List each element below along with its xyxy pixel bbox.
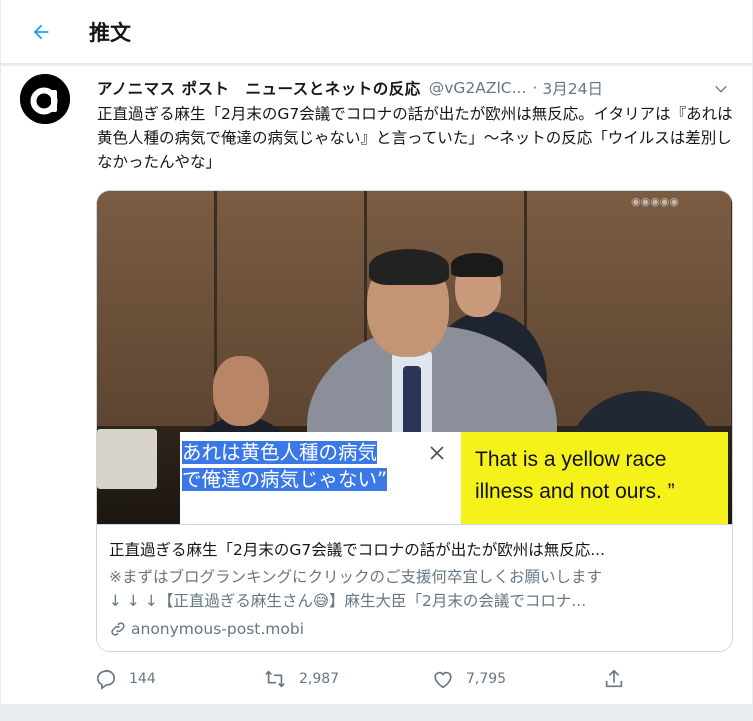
wall-panel: [97, 191, 217, 426]
card-title: 正直過ぎる麻生「2月末のG7会議でコロナの話が出たが欧州は無反応...: [109, 541, 606, 559]
card-info[interactable]: 正直過ぎる麻生「2月末のG7会議でコロナの話が出たが欧州は無反応... ※まずは…: [97, 524, 732, 651]
person-hair: [451, 253, 503, 277]
card-desc-part: 】麻生大臣「2月末の会議でコロナ...: [329, 592, 587, 610]
chevron-down-icon: [715, 85, 727, 93]
card-desc-line: ↓ ↓ ↓【正直過ぎる麻生さん😅】麻生大臣「2月末の会議でコロナ...: [109, 589, 721, 613]
card-desc-part: ↓ ↓ ↓【正直過ぎる麻生さん: [109, 592, 313, 610]
page-header: 推文: [1, 0, 752, 64]
subtitle-jp-text[interactable]: あれは黄色人種の病気で俺達の病気じゃない”: [182, 439, 394, 493]
retweet-icon: [265, 670, 285, 688]
tweet-page: 推文 アノニマス ポスト ニュースとネットの反応 @vG2AZlC... · 3…: [0, 0, 753, 721]
reply-icon: [96, 669, 116, 690]
card-desc-line: ※まずはブログランキングにクリックのご支援何卒宜しくお願いします: [109, 568, 603, 586]
grinning-sweat-emoji: 😅: [312, 592, 329, 610]
card-image[interactable]: ◉◉◉◉◉ あれは黄色人種の病気で俺達の病気じゃない” That is a ye…: [97, 191, 732, 524]
card-link[interactable]: anonymous-post.mobi: [109, 620, 304, 638]
tweet-text: 正直過ぎる麻生「2月末のG7会議でコロナの話が出たが欧州は無反応。イタリアは『あ…: [97, 105, 733, 171]
back-button[interactable]: [25, 16, 57, 48]
reply-button[interactable]: 144: [95, 664, 156, 694]
retweet-button[interactable]: 2,987: [263, 664, 339, 694]
anonymous-logo: [20, 74, 70, 124]
speaker-hair: [369, 249, 449, 285]
display-name[interactable]: アノニマス ポスト ニュースとネットの反応: [97, 77, 421, 99]
tweet-date[interactable]: 3月24日: [542, 77, 603, 99]
header-divider: [1, 64, 752, 66]
subtitle-jp-box: あれは黄色人種の病気で俺達の病気じゃない”: [180, 432, 461, 524]
reply-count: 144: [129, 671, 156, 687]
close-icon: [430, 446, 444, 460]
tweet-header: アノニマス ポスト ニュースとネットの反応 @vG2AZlC... · 3月24…: [97, 77, 737, 99]
avatar[interactable]: [20, 74, 70, 124]
share-icon: [605, 669, 623, 688]
subtitle-en-box: That is a yellow race illness and not ou…: [461, 432, 728, 524]
papers-stack: [97, 429, 157, 489]
subtitle-en-text: That is a yellow race illness and not ou…: [475, 448, 675, 503]
page-title: 推文: [89, 21, 131, 45]
more-options-button[interactable]: [710, 78, 732, 100]
link-card[interactable]: ◉◉◉◉◉ あれは黄色人種の病気で俺達の病気じゃない” That is a ye…: [96, 190, 733, 652]
link-icon: [111, 622, 125, 636]
bottom-divider: [1, 704, 752, 721]
tweet-actions: 144 2,987 7,795: [95, 664, 655, 694]
card-domain: anonymous-post.mobi: [131, 620, 305, 638]
close-subtitle-button[interactable]: [426, 442, 448, 464]
retweet-count: 2,987: [299, 671, 340, 687]
card-description: ※まずはブログランキングにクリックのご支援何卒宜しくお願いします ↓ ↓ ↓【正…: [109, 565, 721, 613]
arrow-left-icon: [33, 24, 49, 40]
broadcast-watermark: ◉◉◉◉◉: [631, 195, 679, 208]
share-button[interactable]: [603, 664, 637, 694]
user-handle[interactable]: @vG2AZlC...: [429, 79, 527, 97]
separator-dot: ·: [532, 79, 538, 97]
heart-icon: [434, 671, 452, 689]
like-button[interactable]: 7,795: [432, 664, 506, 694]
wall-panel: [527, 191, 732, 426]
like-count: 7,795: [466, 671, 507, 687]
person-head: [213, 356, 269, 426]
